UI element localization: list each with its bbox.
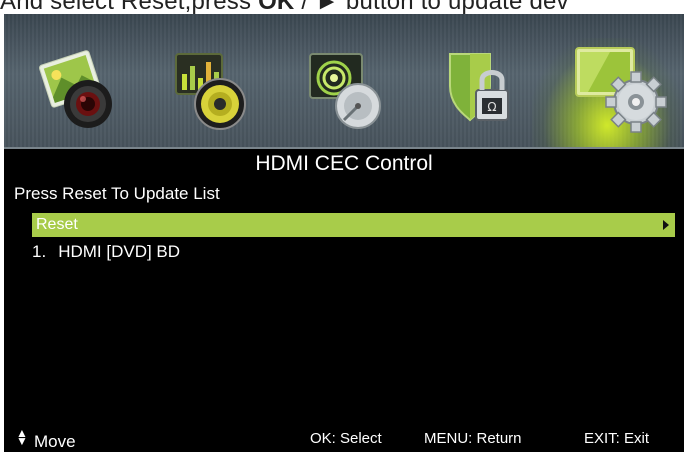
return-hint: MENU: Return [424,430,522,447]
move-label: Move [34,432,76,451]
caption-ok-key: OK [258,0,295,14]
channel-icon[interactable] [300,44,392,136]
svg-text:Ω: Ω [487,100,496,114]
tv-menu-screen: Ω HDMI CEC Control Press Reset To Update… [4,14,684,452]
sound-icon[interactable] [164,44,256,136]
arrow-right-icon [663,220,669,230]
footer-hints: ▲ ▼ Move OK: Select MENU: Return EXIT: Exi… [4,426,684,452]
caption-prefix: And select Reset,press [0,0,259,14]
caption-suffix: / ► button to update dev [294,0,569,14]
menu-title: HDMI CEC Control [255,152,433,175]
picture-icon[interactable] [34,44,126,136]
main-menu-icon-bar: Ω [4,14,684,149]
up-down-arrow-icon: ▲ ▼ [16,426,28,448]
reset-label: Reset [36,216,78,233]
exit-hint: EXIT: Exit [584,430,650,447]
device-number: 1. [32,242,47,261]
device-label: HDMI [DVD] BD [58,242,181,261]
instruction-caption: And select Reset,press OK / ► button to … [0,0,684,14]
device-list-item[interactable]: 1. HDMI [DVD] BD [32,242,180,262]
reset-menu-item[interactable]: Reset [32,213,675,237]
lock-icon[interactable]: Ω [438,44,530,136]
move-hint: ▲ ▼ Move [16,426,76,452]
select-hint: OK: Select [310,430,382,447]
menu-subtitle: Press Reset To Update List [14,184,220,203]
setup-icon[interactable] [570,40,670,140]
